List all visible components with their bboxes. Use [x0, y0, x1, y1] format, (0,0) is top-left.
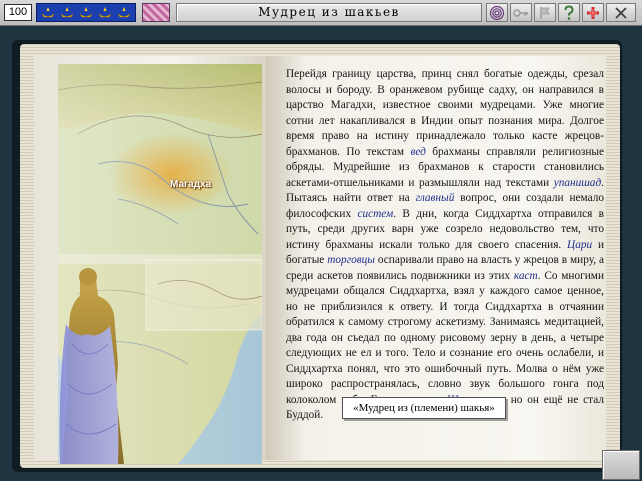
term-link-castes[interactable]: каст [514, 270, 538, 282]
lamp-icon [79, 6, 93, 17]
help-button[interactable] [558, 3, 580, 22]
lamp-icon [60, 6, 74, 17]
article-text: Перейдя границу царства, принц снял бога… [286, 67, 604, 451]
flag-icon [540, 6, 550, 19]
text-segment: . Со многими мудрецами общался Сиддхартх… [286, 269, 604, 406]
text-segment: Перейдя границу царства, принц снял бога… [286, 68, 604, 158]
term-link-main[interactable]: главный [416, 192, 455, 204]
help-icon [564, 4, 574, 20]
plus-icon [587, 6, 599, 19]
plus-button[interactable] [582, 3, 604, 22]
map-illustration: Магадха [58, 64, 262, 464]
top-toolbar: 100 Мудрец из шакьев [0, 0, 642, 26]
close-icon [615, 6, 627, 19]
key-icon [513, 8, 528, 17]
term-link-upanishads[interactable]: упанишад [554, 177, 601, 189]
window-title: Мудрец из шакьев [176, 3, 482, 22]
term-link-vedas[interactable]: вед [410, 146, 425, 158]
key-button[interactable] [510, 3, 532, 22]
flag-button[interactable] [534, 3, 556, 22]
term-link-systems[interactable]: систем [357, 208, 393, 220]
spiral-icon [489, 5, 505, 20]
india-map-image [58, 64, 262, 464]
term-tooltip: «Мудрец из (племени) шакья» [342, 397, 506, 419]
article-paragraph: Перейдя границу царства, принц снял бога… [286, 67, 604, 424]
pattern-button[interactable] [142, 3, 170, 22]
page-number: 100 [4, 4, 32, 21]
corner-button[interactable] [602, 450, 640, 480]
lamp-rating [36, 3, 136, 22]
term-link-merchants[interactable]: торговцы [327, 254, 375, 266]
close-button[interactable] [606, 3, 636, 22]
map-label-magadha: Магадха [170, 179, 212, 190]
term-link-kings[interactable]: Цари [567, 239, 592, 251]
spiral-button[interactable] [486, 3, 508, 22]
lamp-icon [98, 6, 112, 17]
lamp-icon [42, 6, 55, 17]
lamp-icon [117, 6, 130, 17]
